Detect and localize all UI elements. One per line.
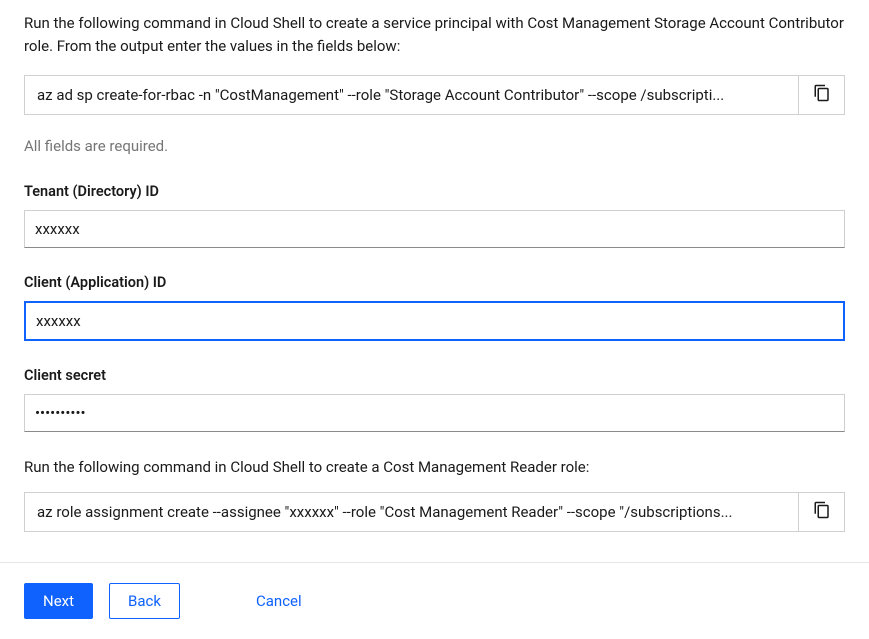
copy-icon bbox=[813, 84, 831, 106]
input-tenant-id[interactable] bbox=[24, 210, 845, 248]
label-client-secret: Client secret bbox=[24, 367, 845, 384]
input-client-secret[interactable] bbox=[24, 394, 845, 432]
footer-actions: Next Back Cancel bbox=[0, 562, 869, 639]
input-client-id[interactable] bbox=[24, 301, 845, 341]
label-client-id: Client (Application) ID bbox=[24, 274, 845, 291]
command-text-sp: az ad sp create-for-rbac -n "CostManagem… bbox=[25, 76, 798, 114]
instruction-reader-role: Run the following command in Cloud Shell… bbox=[24, 458, 845, 476]
cancel-button[interactable]: Cancel bbox=[252, 584, 306, 619]
command-box-sp: az ad sp create-for-rbac -n "CostManagem… bbox=[24, 75, 845, 115]
field-group-secret: Client secret bbox=[24, 367, 845, 432]
back-button[interactable]: Back bbox=[109, 583, 180, 620]
field-group-client: Client (Application) ID bbox=[24, 274, 845, 341]
label-tenant-id: Tenant (Directory) ID bbox=[24, 183, 845, 200]
next-button[interactable]: Next bbox=[24, 583, 93, 620]
copy-button-sp[interactable] bbox=[798, 76, 844, 114]
instruction-create-sp: Run the following command in Cloud Shell… bbox=[24, 12, 845, 59]
helper-required: All fields are required. bbox=[24, 137, 845, 155]
copy-icon bbox=[813, 501, 831, 523]
copy-button-reader[interactable] bbox=[798, 493, 844, 531]
command-box-reader: az role assignment create --assignee "xx… bbox=[24, 492, 845, 532]
field-group-tenant: Tenant (Directory) ID bbox=[24, 183, 845, 248]
command-text-reader: az role assignment create --assignee "xx… bbox=[25, 493, 798, 531]
